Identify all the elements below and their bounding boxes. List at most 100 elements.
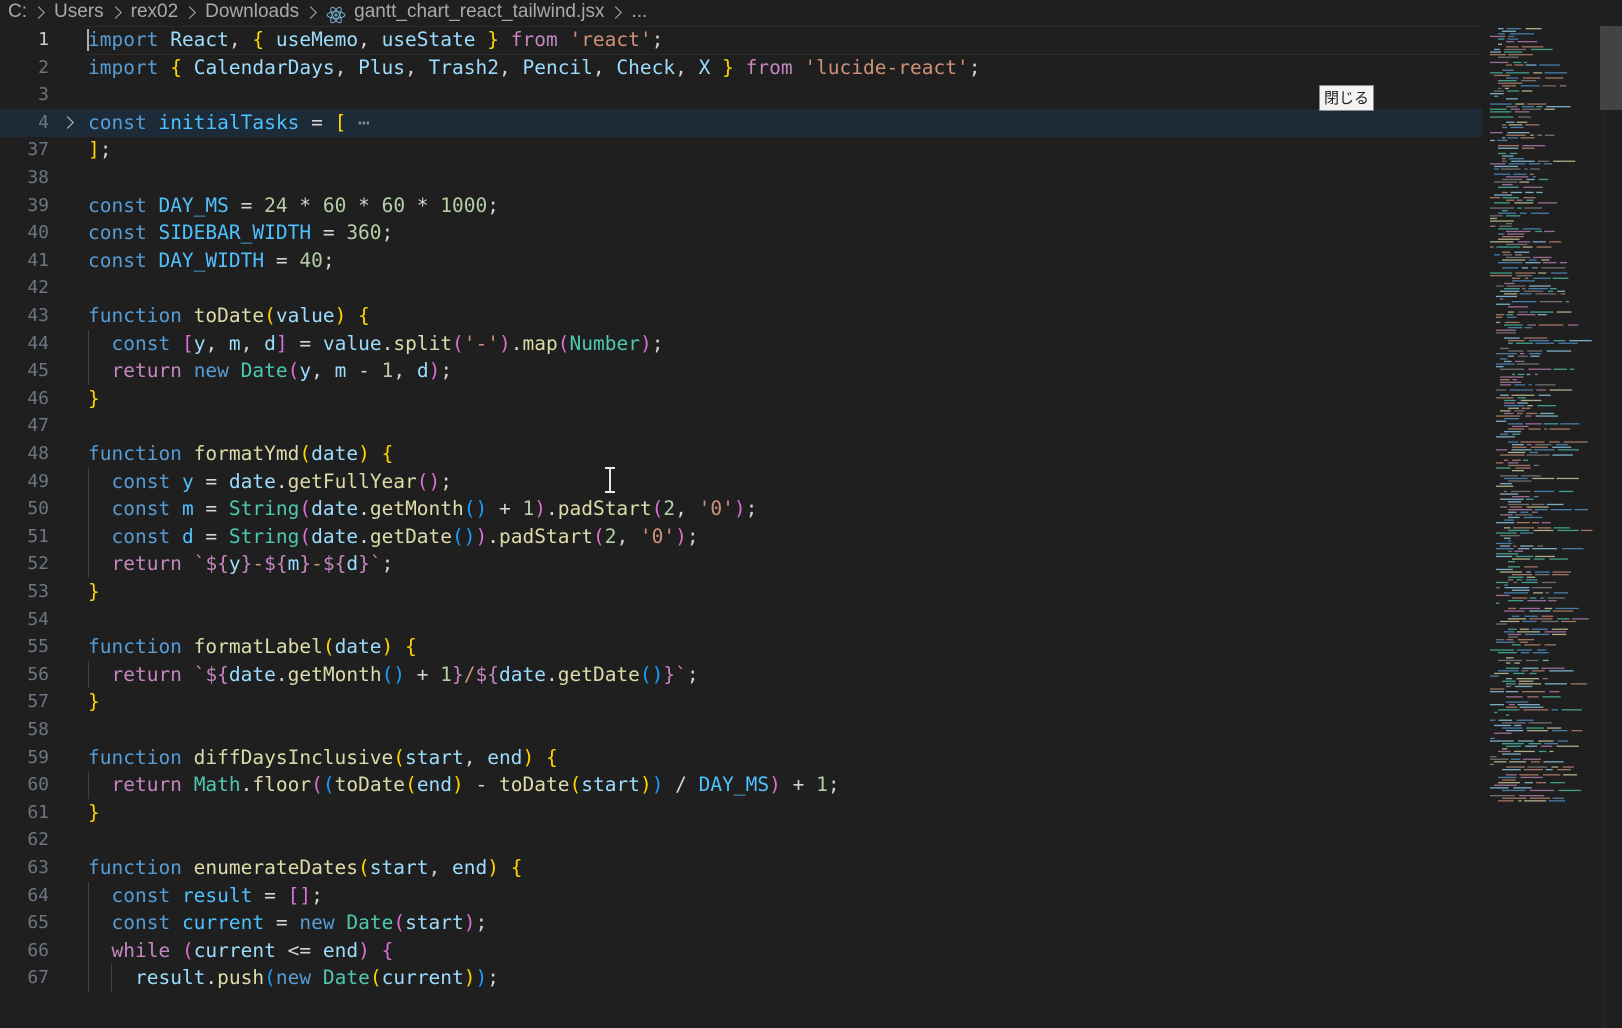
code-line[interactable]: 60 return Math.floor((toDate(end) - toDa… <box>0 771 1485 800</box>
code-line[interactable]: 38 <box>0 164 1485 193</box>
minimap-line <box>1531 511 1538 513</box>
minimap-line <box>1490 197 1501 199</box>
breadcrumb-file[interactable]: gantt_chart_react_tailwind.jsx <box>354 1 604 23</box>
minimap-line <box>1550 782 1565 784</box>
minimap-line <box>1557 740 1568 742</box>
code-line[interactable]: 50 const m = String(date.getMonth() + 1)… <box>0 495 1485 524</box>
minimap[interactable] <box>1488 26 1604 806</box>
breadcrumb-symbol[interactable]: ... <box>631 1 647 23</box>
code-line[interactable]: 64 const result = []; <box>0 882 1485 911</box>
code-line[interactable]: 58 <box>0 716 1485 745</box>
minimap-line <box>1543 163 1553 165</box>
code-line[interactable]: 65 const current = new Date(start); <box>0 909 1485 938</box>
code-line[interactable]: 39 const DAY_MS = 24 * 60 * 60 * 1000; <box>0 192 1485 221</box>
code-line[interactable]: 56 return `${date.getMonth() + 1}/${date… <box>0 661 1485 690</box>
minimap-line <box>1506 28 1521 30</box>
minimap-line <box>1572 618 1589 620</box>
code-line[interactable]: 46} <box>0 385 1485 414</box>
minimap-line <box>1517 639 1535 641</box>
minimap-line <box>1490 719 1496 721</box>
code-line[interactable]: 51 const d = String(date.getDate()).padS… <box>0 523 1485 552</box>
minimap-line <box>1496 363 1515 365</box>
code-line[interactable]: 52 return `${y}-${m}-${d}`; <box>0 550 1485 579</box>
breadcrumb-downloads[interactable]: Downloads <box>205 1 299 23</box>
code-line[interactable]: 45 return new Date(y, m - 1, d); <box>0 357 1485 386</box>
minimap-line <box>1526 454 1550 456</box>
minimap-line <box>1507 137 1518 139</box>
code-line[interactable]: 37]; <box>0 136 1485 165</box>
minimap-line <box>1513 750 1535 753</box>
scrollbar-thumb[interactable] <box>1600 26 1622 110</box>
minimap-line <box>1504 282 1515 285</box>
minimap-line <box>1518 740 1534 742</box>
code-line[interactable]: 67 result.push(new Date(current)); <box>0 964 1485 993</box>
code-token: split <box>393 331 453 355</box>
minimap-line <box>1520 652 1530 654</box>
minimap-line <box>1534 464 1540 467</box>
code-text: import React, { useMemo, useState } from… <box>88 26 663 55</box>
code-line[interactable]: 41 const DAY_WIDTH = 40; <box>0 247 1485 276</box>
breadcrumb-users[interactable]: Users <box>54 1 104 23</box>
minimap-line <box>1527 324 1536 326</box>
code-text: const [y, m, d] = value.split('-').map(N… <box>88 330 663 359</box>
minimap-line <box>1504 51 1523 53</box>
code-token: } <box>487 28 499 51</box>
code-line[interactable]: 53} <box>0 578 1485 607</box>
minimap-line <box>1532 241 1546 243</box>
close-tooltip[interactable]: 閉じる <box>1319 85 1375 111</box>
code-line[interactable]: 59 function diffDaysInclusive(start, end)… <box>0 744 1485 773</box>
minimap-line <box>1541 667 1565 669</box>
minimap-line <box>1496 316 1503 318</box>
minimap-line <box>1490 132 1503 134</box>
code-line[interactable]: 62 <box>0 826 1485 855</box>
minimap-line <box>1506 314 1513 316</box>
code-line[interactable]: 66 while (current <= end) { <box>0 937 1485 966</box>
minimap-line <box>1508 306 1528 308</box>
code-line[interactable]: 3 <box>0 81 1485 110</box>
code-line[interactable]: 61} <box>0 799 1485 828</box>
code-line[interactable]: 47 <box>0 412 1485 441</box>
code-line[interactable]: 1 import React, { useMemo, useState } fro… <box>0 26 1485 55</box>
chevron-right-icon <box>609 5 623 19</box>
code-token: ( <box>358 856 370 879</box>
code-line[interactable]: 42 <box>0 274 1485 303</box>
code-line[interactable]: 49 const y = date.getFullYear(); <box>0 468 1485 497</box>
code-line[interactable]: 57} <box>0 688 1485 717</box>
minimap-line <box>1508 124 1523 126</box>
minimap-line <box>1526 579 1538 581</box>
fold-chevron-icon[interactable] <box>61 115 74 129</box>
code-line[interactable]: 44 const [y, m, d] = value.split('-').ma… <box>0 330 1485 359</box>
minimap-line <box>1539 64 1560 66</box>
code-line[interactable]: 63 function enumerateDates(start, end) { <box>0 854 1485 883</box>
minimap-line <box>1499 225 1512 227</box>
code-token: , <box>228 28 253 51</box>
minimap-line <box>1508 503 1530 506</box>
breadcrumb-drive[interactable]: C: <box>8 1 27 23</box>
code-line[interactable]: 4 const initialTasks = [ ⋯ <box>0 108 1482 138</box>
indent-guide <box>88 660 89 689</box>
minimap-line <box>1531 503 1545 506</box>
minimap-line <box>1516 649 1533 651</box>
code-line[interactable]: 48 function formatYmd(date) { <box>0 440 1485 469</box>
minimap-line <box>1548 290 1553 292</box>
code-token: ) <box>639 331 652 355</box>
code-line[interactable]: 40 const SIDEBAR_WIDTH = 360; <box>0 219 1485 248</box>
minimap-line <box>1530 134 1534 136</box>
code-line[interactable]: 43 function toDate(value) { <box>0 302 1485 331</box>
minimap-line <box>1505 72 1530 74</box>
minimap-line <box>1540 412 1554 415</box>
code-token: [ <box>334 110 347 134</box>
minimap-line <box>1521 670 1529 672</box>
code-line[interactable]: 55 function formatLabel(date) { <box>0 633 1485 662</box>
code-editor[interactable]: 1 import React, { useMemo, useState } fro… <box>0 26 1485 1028</box>
code-token: 1 <box>522 497 535 521</box>
breadcrumb-user[interactable]: rex02 <box>131 1 179 23</box>
minimap-line <box>1519 706 1544 708</box>
minimap-line <box>1537 527 1552 529</box>
vertical-scrollbar[interactable] <box>1604 26 1622 1028</box>
code-token: y <box>228 552 241 576</box>
code-line[interactable]: 54 <box>0 606 1485 635</box>
code-line[interactable]: 2 import { CalendarDays, Plus, Trash2, Pe… <box>0 54 1485 83</box>
